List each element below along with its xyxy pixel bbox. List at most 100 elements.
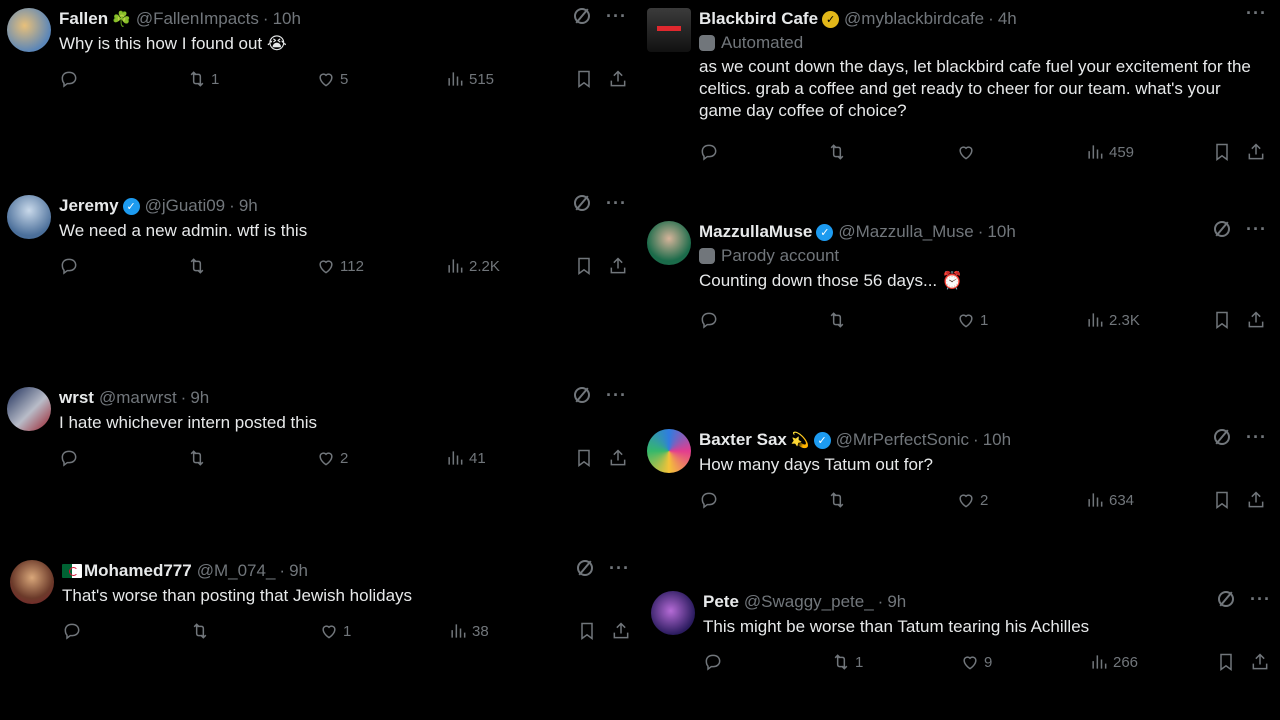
timestamp[interactable]: 10h <box>273 9 301 29</box>
retweet-button[interactable] <box>827 488 851 512</box>
retweet-button[interactable] <box>187 254 211 278</box>
grok-icon[interactable] <box>1214 221 1231 237</box>
timestamp[interactable]: 10h <box>987 222 1015 242</box>
tweet[interactable]: Pete @Swaggy_pete_ · 9h This might be wo… <box>651 590 1271 681</box>
share-button[interactable] <box>608 446 628 470</box>
grok-icon[interactable] <box>574 8 591 24</box>
avatar[interactable] <box>10 560 54 604</box>
like-button[interactable]: 9 <box>960 650 992 674</box>
share-button[interactable] <box>1246 308 1266 332</box>
handle[interactable]: @Mazzulla_Muse <box>838 222 973 242</box>
timestamp[interactable]: 4h <box>998 9 1017 29</box>
bookmark-button[interactable] <box>1212 488 1232 512</box>
handle[interactable]: @myblackbirdcafe <box>844 9 984 29</box>
share-button[interactable] <box>1246 488 1266 512</box>
views-button[interactable]: 41 <box>445 446 486 470</box>
tweet[interactable]: Fallen ☘️ @FallenImpacts · 10h Why is th… <box>7 7 628 98</box>
handle[interactable]: @MrPerfectSonic <box>836 430 969 450</box>
grok-icon[interactable] <box>1214 429 1231 445</box>
display-name[interactable]: Fallen <box>59 9 108 29</box>
reply-button[interactable] <box>59 67 83 91</box>
views-button[interactable]: 2.2K <box>445 254 500 278</box>
handle[interactable]: @M_074_ <box>197 561 276 581</box>
bookmark-button[interactable] <box>574 67 594 91</box>
display-name[interactable]: Pete <box>703 592 739 612</box>
more-icon[interactable]: ··· <box>1246 428 1267 446</box>
views-button[interactable]: 634 <box>1085 488 1134 512</box>
retweet-button[interactable]: 1 <box>187 67 219 91</box>
like-button[interactable] <box>956 140 980 164</box>
bookmark-button[interactable] <box>574 254 594 278</box>
views-button[interactable]: 2.3K <box>1085 308 1140 332</box>
timestamp[interactable]: 9h <box>289 561 308 581</box>
avatar[interactable] <box>651 591 695 635</box>
like-button[interactable]: 1 <box>956 308 988 332</box>
avatar[interactable] <box>7 8 51 52</box>
grok-icon[interactable] <box>574 195 591 211</box>
timestamp[interactable]: 10h <box>983 430 1011 450</box>
like-button[interactable]: 2 <box>956 488 988 512</box>
display-name[interactable]: MazzullaMuse <box>699 222 812 242</box>
views-button[interactable]: 266 <box>1089 650 1138 674</box>
reply-button[interactable] <box>699 308 723 332</box>
avatar[interactable] <box>7 195 51 239</box>
reply-button[interactable] <box>703 650 727 674</box>
like-button[interactable]: 1 <box>319 619 351 643</box>
bookmark-button[interactable] <box>1216 650 1236 674</box>
like-button[interactable]: 5 <box>316 67 348 91</box>
display-name[interactable]: Mohamed777 <box>84 561 192 581</box>
views-button[interactable]: 38 <box>448 619 489 643</box>
display-name[interactable]: Blackbird Cafe <box>699 9 818 29</box>
tweet[interactable]: Jeremy ✓ @jGuati09 · 9h We need a new ad… <box>7 194 628 285</box>
avatar[interactable] <box>647 8 691 52</box>
share-button[interactable] <box>1250 650 1270 674</box>
reply-button[interactable] <box>699 140 723 164</box>
tweet[interactable]: Baxter Sax 💫 ✓ @MrPerfectSonic · 10h How… <box>647 428 1267 519</box>
display-name[interactable]: wrst <box>59 388 94 408</box>
share-button[interactable] <box>608 254 628 278</box>
tweet[interactable]: MazzullaMuse ✓ @Mazzulla_Muse · 10h Paro… <box>647 220 1267 341</box>
grok-icon[interactable] <box>577 560 594 576</box>
retweet-button[interactable] <box>827 308 851 332</box>
timestamp[interactable]: 9h <box>887 592 906 612</box>
like-button[interactable]: 112 <box>316 254 364 278</box>
reply-button[interactable] <box>59 446 83 470</box>
bookmark-button[interactable] <box>577 619 597 643</box>
share-button[interactable] <box>611 619 631 643</box>
bookmark-button[interactable] <box>1212 140 1232 164</box>
display-name[interactable]: Jeremy <box>59 196 119 216</box>
bookmark-button[interactable] <box>574 446 594 470</box>
retweet-button[interactable]: 1 <box>831 650 863 674</box>
views-button[interactable]: 459 <box>1085 140 1134 164</box>
handle[interactable]: @marwrst <box>99 388 177 408</box>
more-icon[interactable]: ··· <box>606 194 627 212</box>
share-button[interactable] <box>1246 140 1266 164</box>
more-icon[interactable]: ··· <box>609 559 630 577</box>
handle[interactable]: @jGuati09 <box>145 196 226 216</box>
avatar[interactable] <box>647 429 691 473</box>
tweet[interactable]: Mohamed777 @M_074_ · 9h That's worse tha… <box>10 559 631 650</box>
display-name[interactable]: Baxter Sax <box>699 430 787 450</box>
views-button[interactable]: 515 <box>445 67 494 91</box>
more-icon[interactable]: ··· <box>606 7 627 25</box>
avatar[interactable] <box>647 221 691 265</box>
grok-icon[interactable] <box>1218 591 1235 607</box>
more-icon[interactable]: ··· <box>606 386 627 404</box>
share-button[interactable] <box>608 67 628 91</box>
retweet-button[interactable] <box>827 140 851 164</box>
reply-button[interactable] <box>59 254 83 278</box>
tweet[interactable]: Blackbird Cafe ✓ @myblackbirdcafe · 4h A… <box>647 4 1267 168</box>
bookmark-button[interactable] <box>1212 308 1232 332</box>
timestamp[interactable]: 9h <box>239 196 258 216</box>
reply-button[interactable] <box>62 619 86 643</box>
more-icon[interactable]: ··· <box>1250 590 1271 608</box>
more-icon[interactable]: ··· <box>1246 4 1267 22</box>
reply-button[interactable] <box>699 488 723 512</box>
more-icon[interactable]: ··· <box>1246 220 1267 238</box>
handle[interactable]: @Swaggy_pete_ <box>744 592 874 612</box>
retweet-button[interactable] <box>190 619 214 643</box>
tweet[interactable]: wrst @marwrst · 9h I hate whichever inte… <box>7 386 628 477</box>
like-button[interactable]: 2 <box>316 446 348 470</box>
avatar[interactable] <box>7 387 51 431</box>
handle[interactable]: @FallenImpacts <box>136 9 259 29</box>
